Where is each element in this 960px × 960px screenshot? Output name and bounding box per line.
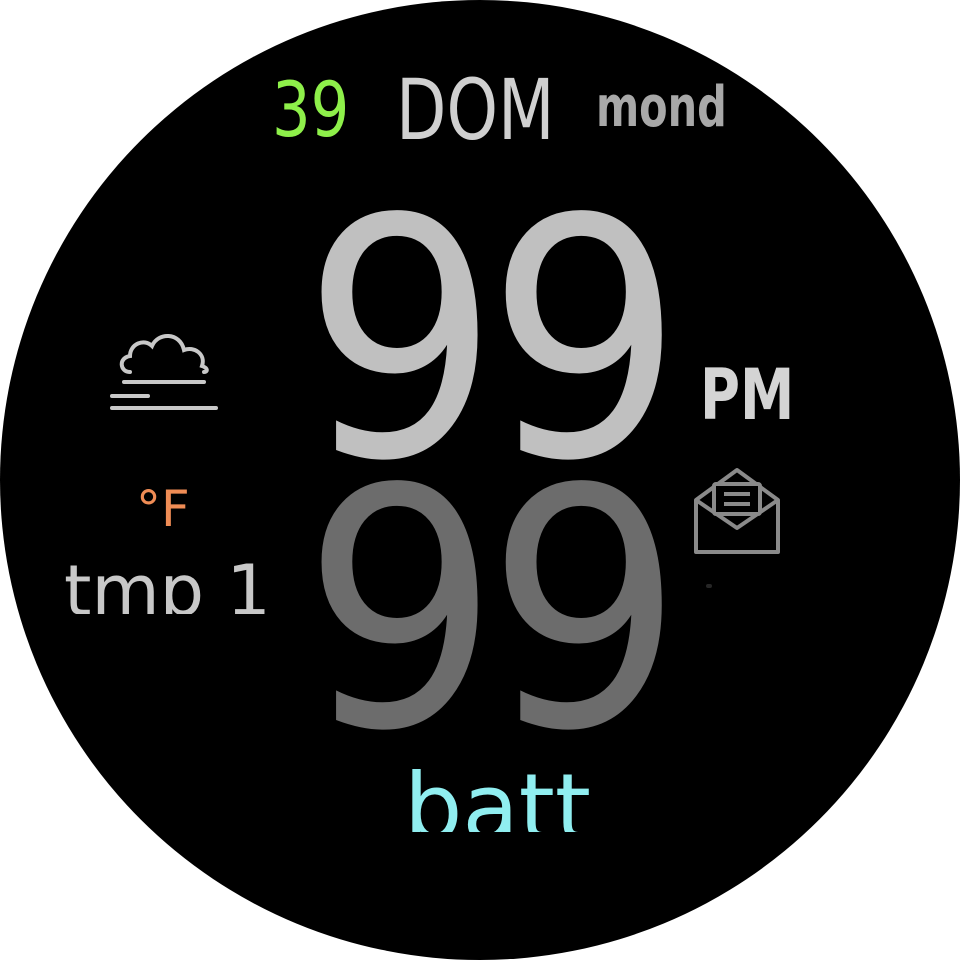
battery-label[interactable]: batt (404, 762, 591, 832)
day-number: 39 (272, 65, 350, 154)
month-label: mond (596, 75, 727, 140)
notification-indicator (706, 584, 712, 588)
open-mail-icon[interactable] (692, 466, 782, 556)
day-of-week: DOM (396, 61, 555, 159)
temperature-value[interactable]: tmp 1 (64, 556, 271, 614)
watch-face: 39 DOM mond 99 99 PM °F tmp 1 batt (0, 0, 960, 960)
minute-digits: 99 (302, 419, 684, 803)
ampm-indicator: PM (700, 354, 795, 436)
temperature-unit: °F (136, 480, 190, 538)
fog-cloud-icon[interactable] (108, 324, 220, 416)
